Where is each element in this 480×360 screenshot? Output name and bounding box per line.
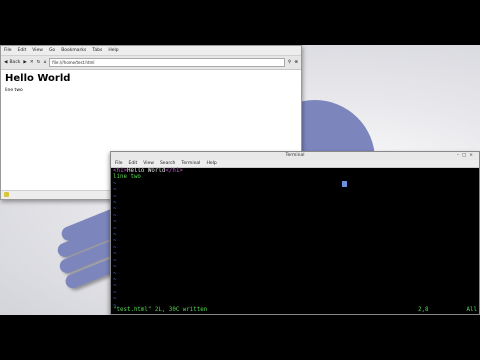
vim-cursor-position: 2,8	[418, 306, 429, 313]
menu-go[interactable]: Go	[49, 46, 55, 55]
close-icon[interactable]: ×	[469, 153, 476, 158]
menu-edit[interactable]: Edit	[18, 46, 27, 55]
html-open-tag: <h1>	[113, 168, 127, 174]
terminal-window[interactable]: Terminal –□× File Edit View Search Termi…	[110, 151, 480, 315]
back-button[interactable]: ◀ Back	[4, 60, 20, 65]
text-cursor	[342, 181, 347, 187]
page-paragraph: line two	[5, 88, 23, 93]
menu-file[interactable]: File	[4, 46, 12, 55]
page-content: Hello World line two	[1, 70, 301, 96]
home-icon[interactable]: ⌂	[43, 60, 46, 65]
url-input[interactable]: file:///home/test.html	[49, 58, 285, 67]
empty-lines: ~ ~ ~ ~ ~ ~ ~ ~ ~ ~ ~ ~ ~ ~ ~ ~ ~ ~ ~ ~	[113, 181, 477, 309]
forward-arrow-icon[interactable]: ▶	[23, 60, 26, 65]
vim-status-message: "test.html" 2L, 30C written	[113, 306, 208, 313]
browser-menubar: File Edit View Go Bookmarks Tabs Help	[1, 46, 301, 56]
terminal-menubar: File Edit View Search Terminal Help	[111, 160, 479, 168]
browser-toolbar: ◀ Back ▶ ✕ ↻ ⌂ file:///home/test.html ⚲ …	[1, 56, 301, 70]
security-icon	[4, 192, 9, 197]
page-heading: Hello World	[5, 73, 71, 84]
html-close-tag: </h1>	[165, 168, 183, 174]
menu-help[interactable]: Help	[108, 46, 118, 55]
reload-icon[interactable]: ↻	[37, 60, 41, 65]
terminal-menu-search[interactable]: Search	[160, 160, 175, 167]
window-controls[interactable]: –□×	[457, 152, 476, 160]
terminal-menu-terminal[interactable]: Terminal	[181, 160, 200, 167]
back-arrow-icon: ◀	[4, 60, 8, 65]
heading-text: Hello World	[126, 168, 166, 174]
vim-scroll-indicator: All	[466, 306, 477, 313]
desktop: File Edit View Go Bookmarks Tabs Help ◀ …	[0, 45, 480, 315]
terminal-menu-help[interactable]: Help	[206, 160, 216, 167]
terminal-titlebar[interactable]: Terminal –□×	[111, 152, 479, 160]
terminal-menu-view[interactable]: View	[143, 160, 154, 167]
terminal-title: Terminal	[285, 153, 305, 158]
vim-statusline: "test.html" 2L, 30C written 2,8 All	[113, 307, 477, 313]
terminal-menu-file[interactable]: File	[115, 160, 123, 167]
back-button-label: Back	[9, 60, 21, 65]
zoom-icon[interactable]: ⊕	[294, 60, 298, 65]
search-icon[interactable]: ⚲	[288, 60, 291, 65]
menu-view[interactable]: View	[32, 46, 43, 55]
menu-bookmarks[interactable]: Bookmarks	[61, 46, 86, 55]
menu-tabs[interactable]: Tabs	[92, 46, 102, 55]
terminal-menu-edit[interactable]: Edit	[129, 160, 138, 167]
stop-icon[interactable]: ✕	[30, 60, 34, 65]
vim-editor[interactable]: <h1>Hello World</h1> line two ~ ~ ~ ~ ~ ~ ~ ~ ~ ~…	[111, 168, 479, 314]
